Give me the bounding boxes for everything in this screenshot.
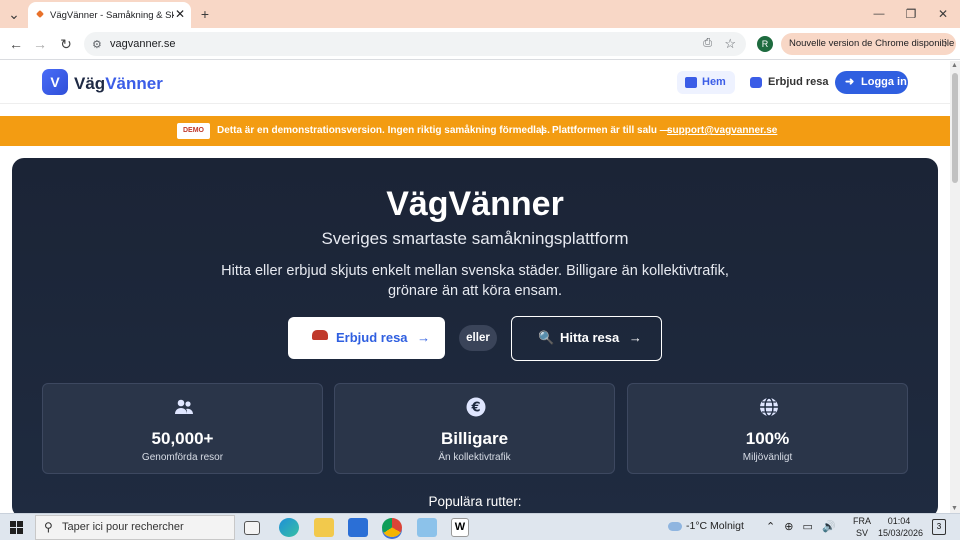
stat-value: 100% (745, 429, 790, 448)
offer-ride-button[interactable]: Erbjud resa → (288, 317, 445, 359)
find-ride-label: Hitta resa (560, 330, 620, 345)
stat-card-price: € Billigare Än kollektivtrafik (334, 383, 615, 474)
microsoft-store-icon[interactable] (348, 518, 368, 537)
find-ride-button[interactable]: 🔍 Hitta resa → (511, 316, 662, 361)
address-url[interactable]: vagvanner.se (110, 38, 175, 50)
app-w-icon[interactable]: W (451, 518, 469, 537)
stat-value: Billigare (440, 429, 509, 448)
search-icon: 🔍 (538, 330, 555, 345)
stat-label: Miljövänligt (742, 452, 793, 463)
site-header: V VägVänner Hem Erbjud resa ➜ Logga in (0, 61, 950, 104)
chrome-update-chip[interactable]: Nouvelle version de Chrome disponible ⋮ (781, 33, 956, 55)
demo-banner: DEMO Detta är en demonstrationsversion. … (0, 116, 950, 146)
nav-offer-label: Erbjud resa (768, 76, 829, 88)
stat-card-eco: 100% Miljövänligt (627, 383, 908, 474)
lang-bottom: SV (855, 528, 868, 538)
nav-home-label: Hem (702, 76, 726, 88)
scrollbar-thumb[interactable] (952, 73, 958, 183)
hero-subtitle: Sveriges smartaste samåkningsplattform (321, 229, 629, 248)
scroll-up-icon[interactable]: ▲ (951, 62, 958, 69)
demo-badge: DEMO (177, 123, 210, 139)
windows-start-icon[interactable] (10, 521, 23, 534)
clock-time: 01:04 (887, 516, 911, 526)
window-minimize-button[interactable]: — (868, 3, 890, 25)
search-icon: ⚲ (44, 520, 53, 534)
cloud-icon (668, 521, 682, 531)
weather-text: -1°C Molnigt (686, 520, 744, 532)
brand-accent: Vänner (105, 74, 163, 93)
task-view-icon[interactable] (244, 521, 260, 535)
window-maximize-button[interactable]: ❐ (900, 3, 922, 25)
brand-name[interactable]: VägVänner (74, 74, 163, 94)
site-favicon-icon (36, 10, 44, 18)
lang-top: FRA (853, 516, 871, 526)
weather-widget[interactable]: -1°C Molnigt (668, 520, 744, 532)
forward-button[interactable]: → (30, 34, 50, 54)
login-button[interactable]: ➜ Logga in (835, 71, 908, 94)
browser-toolbar: ← → ↻ ⚙ vagvanner.se ⎙ ☆ R Nouvelle vers… (0, 28, 960, 60)
chrome-update-label: Nouvelle version de Chrome disponible (789, 38, 955, 49)
reload-button[interactable]: ↻ (56, 34, 76, 54)
tab-title: VägVänner - Samåkning & Skju (50, 10, 174, 21)
clock[interactable]: 01:04 15/03/2026 (878, 515, 924, 539)
login-arrow-icon: ➜ (845, 76, 855, 88)
site-info-icon[interactable]: ⚙ (92, 38, 102, 51)
euro-icon: € (466, 397, 486, 417)
tab-close-icon[interactable]: ✕ (175, 7, 185, 21)
browser-tab-strip: ⌄ VägVänner - Samåkning & Skju ✕ + — ❐ ✕ (0, 0, 960, 28)
bookmark-star-icon[interactable]: ☆ (724, 36, 736, 52)
support-email-link[interactable]: support@vagvanner.se (667, 116, 777, 146)
menu-dots-icon[interactable]: ⋮ (941, 33, 951, 55)
page-scrollbar[interactable]: ▲ ▼ (950, 61, 960, 513)
new-tab-button[interactable]: + (194, 3, 216, 25)
banner-separator: | (541, 125, 544, 136)
back-button[interactable]: ← (6, 34, 26, 54)
nav-home-link[interactable]: Hem (677, 71, 735, 94)
stat-card-trips: 50,000+ Genomförda resor (42, 383, 323, 474)
arrow-right-icon: → (628, 330, 642, 345)
notification-icon[interactable]: 3 (932, 519, 946, 535)
hero-title: VägVänner (386, 185, 564, 223)
install-app-icon[interactable]: ⎙ (703, 37, 712, 50)
window-close-button[interactable]: ✕ (932, 3, 954, 25)
scroll-down-icon[interactable]: ▼ (951, 505, 958, 512)
logo-icon[interactable]: V (42, 69, 68, 95)
app-icon[interactable] (417, 518, 437, 537)
taskbar-search-placeholder: Taper ici pour rechercher (62, 521, 184, 533)
globe-icon (760, 397, 778, 417)
hero-section: VägVänner Sveriges smartaste samåkningsp… (12, 158, 938, 518)
or-divider: eller (459, 325, 497, 351)
stat-value: 50,000+ (151, 429, 214, 448)
taskbar-search-input[interactable]: ⚲ Taper ici pour rechercher (35, 515, 235, 540)
language-indicator[interactable]: FRA SV (853, 515, 871, 539)
nav-offer-link[interactable]: Erbjud resa (750, 71, 829, 94)
login-label: Logga in (861, 76, 907, 88)
brand-main: Väg (74, 74, 106, 93)
file-explorer-icon[interactable] (314, 518, 334, 537)
chrome-icon[interactable] (382, 518, 402, 537)
clock-date: 15/03/2026 (878, 528, 924, 538)
stat-label: Genomförda resor (141, 452, 224, 463)
offer-ride-label: Erbjud resa (336, 330, 408, 345)
popular-routes-heading: Populära rutter: (428, 494, 522, 509)
browser-tab[interactable]: VägVänner - Samåkning & Skju ✕ (28, 2, 191, 28)
home-icon (685, 77, 697, 88)
windows-taskbar: ⚲ Taper ici pour rechercher W -1°C Molni… (0, 513, 960, 540)
users-icon (175, 399, 193, 414)
arrow-right-icon: → (417, 330, 431, 345)
car-icon (750, 77, 762, 88)
demo-banner-text: Detta är en demonstrationsversion. Ingen… (217, 125, 550, 136)
for-sale-text: Plattformen är till salu — (552, 125, 670, 136)
hero-description: Hitta eller erbjud skjuts enkelt mellan … (221, 263, 729, 299)
car-icon (312, 330, 328, 340)
tab-list-button[interactable]: ⌄ (3, 3, 25, 25)
edge-icon[interactable] (279, 518, 299, 537)
svg-text:€: € (470, 401, 480, 416)
stat-label: Än kollektivtrafik (438, 452, 511, 463)
address-bar[interactable]: ⚙ vagvanner.se ⎙ ☆ (84, 32, 746, 56)
profile-avatar[interactable]: R (757, 36, 773, 52)
system-tray-icons[interactable]: ⌃ ⊕ ▭ 🔊 (766, 520, 839, 533)
